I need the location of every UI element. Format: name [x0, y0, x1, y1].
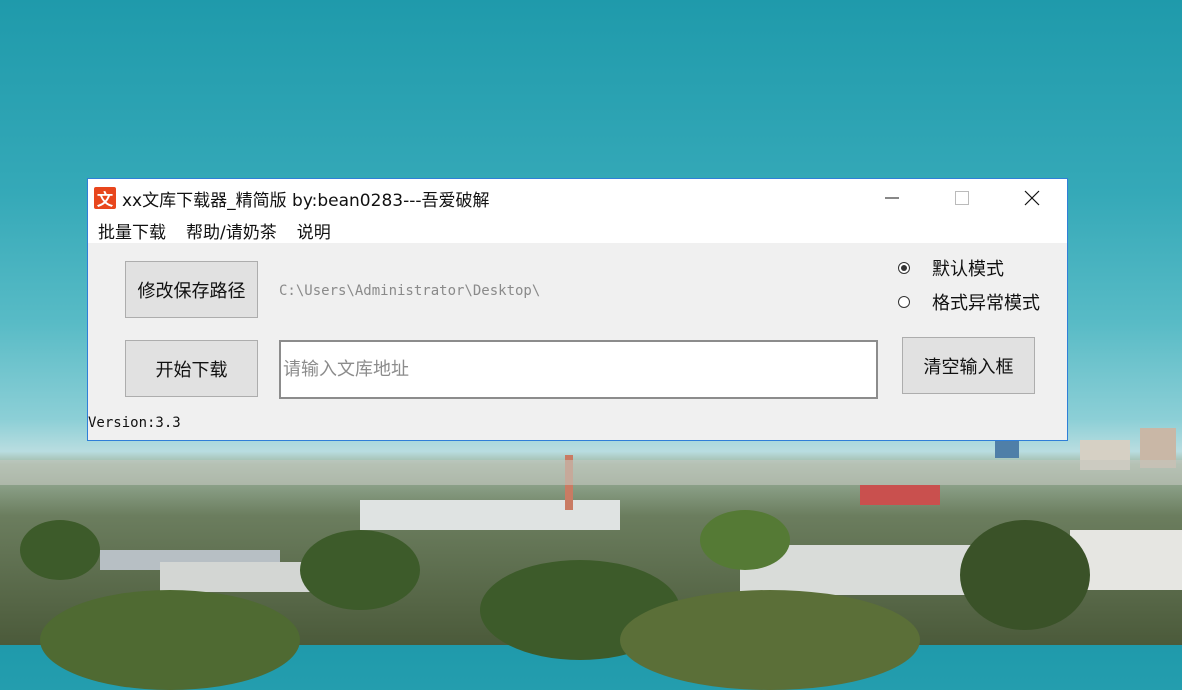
- menu-bar: 批量下载 帮助/请奶茶 说明: [88, 217, 1067, 243]
- radio-format-error-mode[interactable]: 格式异常模式: [898, 289, 1040, 315]
- title-bar[interactable]: 文 xx文库下载器_精简版 by:bean0283---吾爱破解: [88, 179, 1067, 217]
- start-download-button[interactable]: 开始下载: [125, 340, 258, 397]
- menu-batch-download[interactable]: 批量下载: [88, 218, 176, 243]
- app-icon: 文: [94, 187, 116, 209]
- main-panel: 修改保存路径 C:\Users\Administrator\Desktop\ 开…: [88, 243, 1067, 440]
- radio-label: 默认模式: [932, 259, 1004, 280]
- radio-label: 格式异常模式: [932, 293, 1040, 314]
- minimize-button[interactable]: [857, 179, 927, 217]
- window-title: xx文库下载器_精简版 by:bean0283---吾爱破解: [122, 190, 490, 211]
- version-label: Version:3.3: [88, 415, 181, 431]
- change-save-path-button[interactable]: 修改保存路径: [125, 261, 258, 318]
- save-path-label: C:\Users\Administrator\Desktop\: [279, 283, 541, 299]
- window-controls: [857, 179, 1067, 217]
- radio-button[interactable]: [898, 262, 910, 274]
- menu-help[interactable]: 帮助/请奶茶: [176, 218, 287, 243]
- maximize-icon: [955, 191, 969, 205]
- radio-default-mode[interactable]: 默认模式: [898, 255, 1004, 281]
- radio-button[interactable]: [898, 296, 910, 308]
- radio-selected-dot: [901, 265, 907, 271]
- menu-instructions[interactable]: 说明: [287, 218, 341, 243]
- minimize-icon: [885, 197, 899, 199]
- app-window: 文 xx文库下载器_精简版 by:bean0283---吾爱破解 批量下载 帮助…: [87, 178, 1068, 441]
- maximize-button[interactable]: [927, 179, 997, 217]
- close-icon: [1024, 190, 1040, 206]
- clear-input-button[interactable]: 清空输入框: [902, 337, 1035, 394]
- city-skyline: [0, 378, 1182, 690]
- url-input[interactable]: [279, 340, 878, 399]
- close-button[interactable]: [997, 179, 1067, 217]
